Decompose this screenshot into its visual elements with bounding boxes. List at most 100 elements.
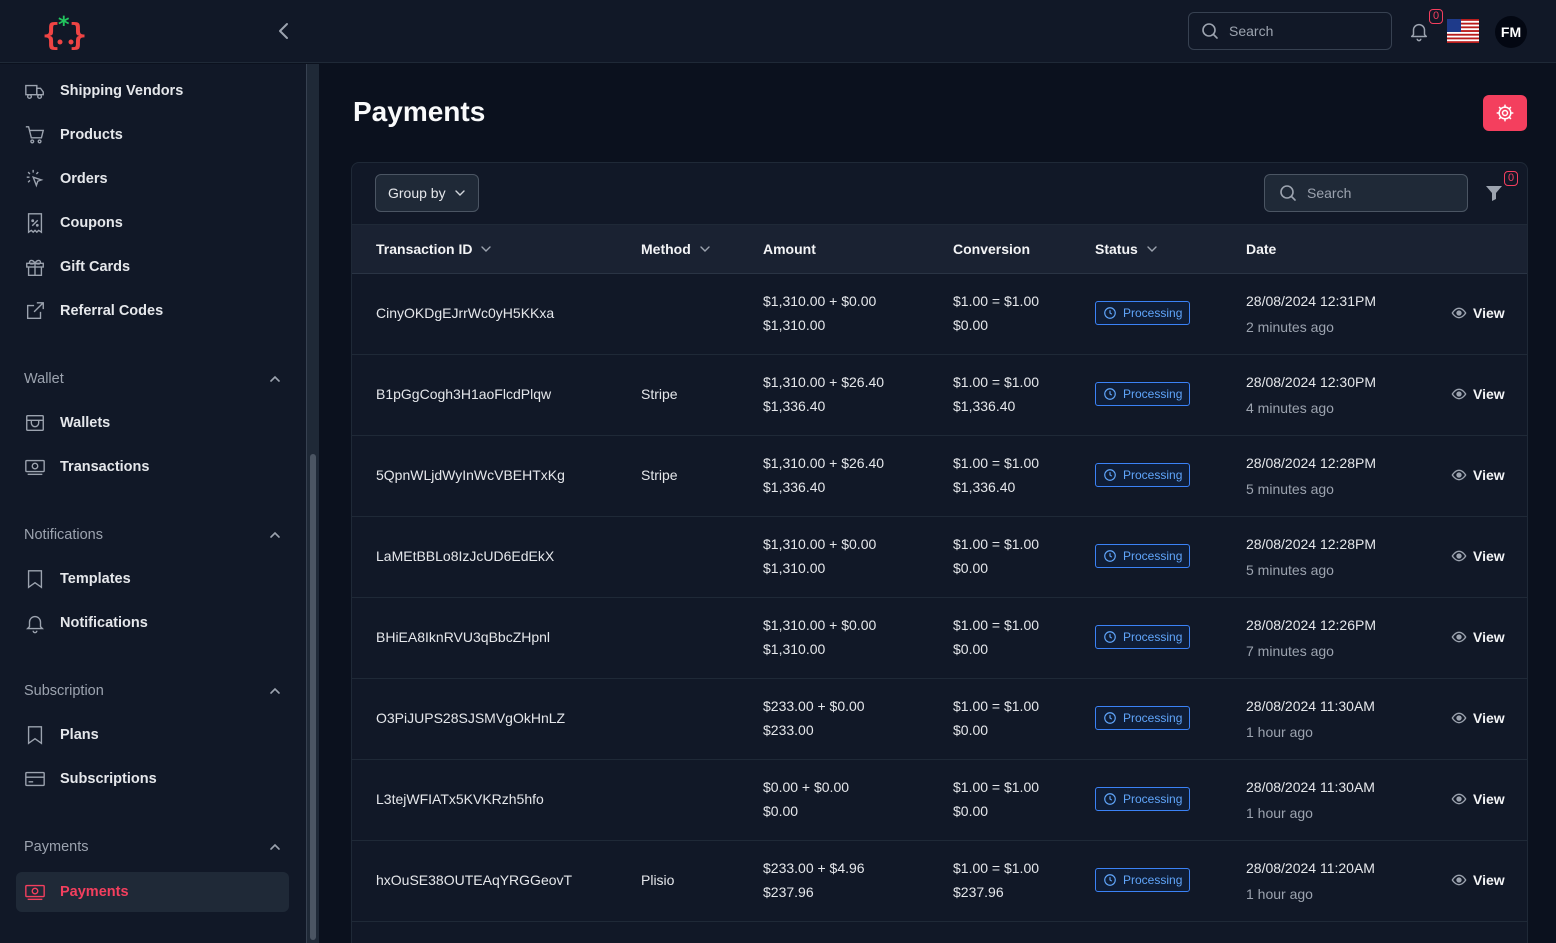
section-wallet-toggle[interactable]: Wallet xyxy=(24,368,282,390)
sidebar-item-referral-codes[interactable]: Referral Codes xyxy=(16,291,289,331)
chevron-up-icon xyxy=(268,372,282,386)
global-search-input[interactable] xyxy=(1229,23,1379,39)
sidebar-item-shipping-vendors[interactable]: Shipping Vendors xyxy=(16,71,289,111)
sidebar-item-label: Products xyxy=(60,127,123,143)
amount-breakdown: $233.00 + $4.96 xyxy=(763,860,865,876)
status-badge: Processing xyxy=(1095,301,1191,325)
sidebar-item-orders[interactable]: Orders xyxy=(16,159,289,199)
amount-total: $1,336.40 xyxy=(763,398,826,414)
notifications-bell-icon[interactable] xyxy=(1408,20,1430,42)
sidebar: Shipping Vendors Products Orders Coupons… xyxy=(0,64,306,943)
relative-time: 1 hour ago xyxy=(1246,724,1313,740)
view-label: View xyxy=(1473,710,1505,726)
date-time: 28/08/2024 11:20AM xyxy=(1246,860,1375,876)
sidebar-item-products[interactable]: Products xyxy=(16,115,289,155)
chevron-up-icon xyxy=(268,684,282,698)
sidebar-item-wallets[interactable]: Wallets xyxy=(16,403,289,443)
group-by-dropdown[interactable]: Group by xyxy=(375,174,479,212)
status-label: Processing xyxy=(1123,792,1183,806)
sidebar-item-notifications[interactable]: Notifications xyxy=(16,603,289,643)
cash-icon xyxy=(24,456,46,478)
conversion-rate: $1.00 = $1.00 xyxy=(953,536,1040,552)
date-time: 28/08/2024 11:30AM xyxy=(1246,698,1375,714)
table-row: CinyOKDgEJrrWc0yH5KKxa $1,310.00 + $0.00 $… xyxy=(352,274,1527,355)
conversion-rate: $1.00 = $1.00 xyxy=(953,698,1040,714)
view-button[interactable]: View xyxy=(1451,305,1505,321)
view-label: View xyxy=(1473,629,1505,645)
sidebar-item-transactions[interactable]: Transactions xyxy=(16,447,289,487)
view-button[interactable]: View xyxy=(1451,386,1505,402)
column-header-amount: Amount xyxy=(763,241,816,257)
amount-breakdown: $1,310.00 + $0.00 xyxy=(763,617,877,633)
date-time: 28/08/2024 12:26PM xyxy=(1246,617,1376,633)
status-label: Processing xyxy=(1123,306,1183,320)
table-row: LaMEtBBLo8IzJcUD6EdEkX $1,310.00 + $0.00 $… xyxy=(352,517,1527,598)
sidebar-item-templates[interactable]: Templates xyxy=(16,559,289,599)
status-badge: Processing xyxy=(1095,787,1191,811)
amount-total: $237.96 xyxy=(763,884,814,900)
section-payments-toggle[interactable]: Payments xyxy=(24,836,282,858)
view-button[interactable]: View xyxy=(1451,548,1505,564)
section-title: Payments xyxy=(24,839,89,855)
sidebar-item-subscriptions[interactable]: Subscriptions xyxy=(16,759,289,799)
collapse-sidebar-icon[interactable] xyxy=(274,20,294,42)
column-header-date: Date xyxy=(1246,241,1276,257)
clock-icon xyxy=(1103,387,1117,401)
view-button[interactable]: View xyxy=(1451,791,1505,807)
section-title: Notifications xyxy=(24,527,103,543)
sidebar-item-coupons[interactable]: Coupons xyxy=(16,203,289,243)
column-header-method[interactable]: Method xyxy=(641,241,711,257)
status-badge: Processing xyxy=(1095,544,1191,568)
table-row: L3tejWFIATx5KVKRzh5hfo $0.00 + $0.00 $0.00… xyxy=(352,760,1527,841)
view-button[interactable]: View xyxy=(1451,872,1505,888)
sidebar-item-gift-cards[interactable]: Gift Cards xyxy=(16,247,289,287)
column-header-label: Status xyxy=(1095,241,1138,257)
eye-icon xyxy=(1451,710,1467,726)
gift-icon xyxy=(24,256,46,278)
column-header-transaction-id[interactable]: Transaction ID xyxy=(376,241,492,257)
svg-text:*: * xyxy=(58,13,70,38)
transaction-id: O3PiJUPS28SJSMVgOkHnLZ xyxy=(376,710,566,726)
relative-time: 1 hour ago xyxy=(1246,886,1313,902)
table-row: hxOuSE38OUTEAqYRGGeovT Plisio $233.00 + $4… xyxy=(352,841,1527,922)
table-search-input[interactable] xyxy=(1307,185,1457,201)
view-label: View xyxy=(1473,386,1505,402)
sidebar-item-payments[interactable]: Payments xyxy=(16,872,289,912)
conversion-total: $1,336.40 xyxy=(953,398,1016,414)
sidebar-item-label: Plans xyxy=(60,727,99,743)
scrollbar-thumb[interactable] xyxy=(310,454,316,940)
settings-button[interactable] xyxy=(1483,95,1527,131)
column-header-status[interactable]: Status xyxy=(1095,241,1158,257)
section-notifications-toggle[interactable]: Notifications xyxy=(24,524,282,546)
logo[interactable]: { } * xyxy=(42,12,90,52)
date-time: 28/08/2024 11:30AM xyxy=(1246,779,1375,795)
clock-icon xyxy=(1103,630,1117,644)
table-row: BHiEA8IknRVU3qBbcZHpnl $1,310.00 + $0.00 $… xyxy=(352,598,1527,679)
amount-breakdown: $1,310.00 + $26.40 xyxy=(763,374,885,390)
status-badge: Processing xyxy=(1095,625,1191,649)
conversion-rate: $1.00 = $1.00 xyxy=(953,374,1040,390)
date-time: 28/08/2024 12:30PM xyxy=(1246,374,1376,390)
amount-total: $0.00 xyxy=(763,803,799,819)
filter-icon[interactable] xyxy=(1484,183,1504,203)
bell-icon xyxy=(24,612,46,634)
user-avatar[interactable]: FM xyxy=(1495,16,1527,48)
view-button[interactable]: View xyxy=(1451,629,1505,645)
conversion-total: $0.00 xyxy=(953,722,989,738)
table-header: Transaction ID Method Amount Conversion … xyxy=(352,224,1527,274)
global-search[interactable] xyxy=(1188,12,1392,50)
eye-icon xyxy=(1451,305,1467,321)
sidebar-scrollbar[interactable] xyxy=(306,64,319,943)
transaction-id: hxOuSE38OUTEAqYRGGeovT xyxy=(376,872,573,888)
clock-icon xyxy=(1103,306,1117,320)
table-search[interactable] xyxy=(1264,174,1468,212)
view-button[interactable]: View xyxy=(1451,710,1505,726)
view-button[interactable]: View xyxy=(1451,467,1505,483)
truck-icon xyxy=(24,80,46,102)
sidebar-item-plans[interactable]: Plans xyxy=(16,715,289,755)
section-subscription-toggle[interactable]: Subscription xyxy=(24,680,282,702)
conversion-total: $0.00 xyxy=(953,560,989,576)
relative-time: 2 minutes ago xyxy=(1246,319,1334,335)
sidebar-item-label: Referral Codes xyxy=(60,303,164,319)
us-flag-icon[interactable] xyxy=(1447,19,1479,43)
